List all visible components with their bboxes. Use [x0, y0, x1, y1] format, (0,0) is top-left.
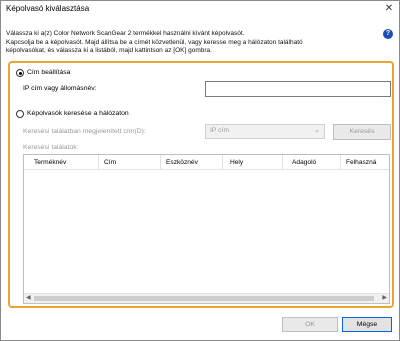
scroll-left-icon[interactable]: ◀: [26, 294, 31, 303]
search-button[interactable]: Keresés: [333, 124, 391, 140]
search-results-table[interactable]: Terméknév Cím Eszköznév Hely Adagoló Fel…: [23, 154, 390, 304]
column-divider[interactable]: [222, 155, 223, 169]
search-results-label: Keresési találatok:: [23, 144, 79, 151]
search-network-label[interactable]: Képolvasók keresése a hálózaton: [27, 110, 129, 117]
description-line-3: képolvasókat, és válassza ki a listából,…: [6, 47, 212, 54]
address-type-label: Keresési találatban megjelenített cím(D)…: [23, 128, 146, 135]
description: Válassza ki a(z) Color Network ScanGear …: [6, 30, 366, 56]
ip-address-label: IP cím vagy állomásnév:: [23, 85, 97, 92]
column-address[interactable]: Cím: [104, 159, 116, 166]
close-button[interactable]: ✕: [381, 2, 397, 16]
dialog-window: Képolvasó kiválasztása ✕ Válassza ki a(z…: [0, 0, 400, 341]
ok-button[interactable]: OK: [282, 317, 338, 332]
chevron-down-icon: ⌄: [314, 127, 320, 134]
column-user[interactable]: Felhaszná: [346, 159, 376, 166]
column-divider[interactable]: [282, 155, 283, 169]
address-type-select[interactable]: IP cím ⌄: [205, 124, 325, 139]
column-product-name[interactable]: Terméknév: [34, 159, 66, 166]
ip-address-input[interactable]: [205, 81, 391, 97]
column-divider[interactable]: [98, 155, 99, 169]
column-divider[interactable]: [340, 155, 341, 169]
cancel-button[interactable]: Mégse: [342, 317, 392, 332]
table-header: Terméknév Cím Eszköznév Hely Adagoló Fel…: [24, 155, 389, 170]
column-location[interactable]: Hely: [230, 159, 243, 166]
search-network-radio[interactable]: [16, 110, 24, 118]
address-setting-radio[interactable]: [16, 69, 24, 77]
address-type-value: IP cím: [210, 127, 230, 134]
horizontal-scrollbar[interactable]: ◀ ▶: [24, 293, 389, 303]
help-icon[interactable]: ?: [383, 29, 393, 39]
address-setting-label[interactable]: Cím beállítása: [27, 69, 70, 76]
column-divider[interactable]: [160, 155, 161, 169]
column-device-name[interactable]: Eszköznév: [166, 159, 198, 166]
description-line-1: Válassza ki a(z) Color Network ScanGear …: [6, 30, 245, 37]
scroll-right-icon[interactable]: ▶: [382, 294, 387, 303]
column-feeder[interactable]: Adagoló: [292, 159, 316, 166]
description-line-2: Kapcsolja be a képolvasót. Majd állítsa …: [6, 38, 303, 46]
window-title: Képolvasó kiválasztása: [6, 4, 90, 13]
scrollbar-thumb[interactable]: [34, 296, 374, 301]
title-bar: Képolvasó kiválasztása ✕: [1, 1, 399, 17]
